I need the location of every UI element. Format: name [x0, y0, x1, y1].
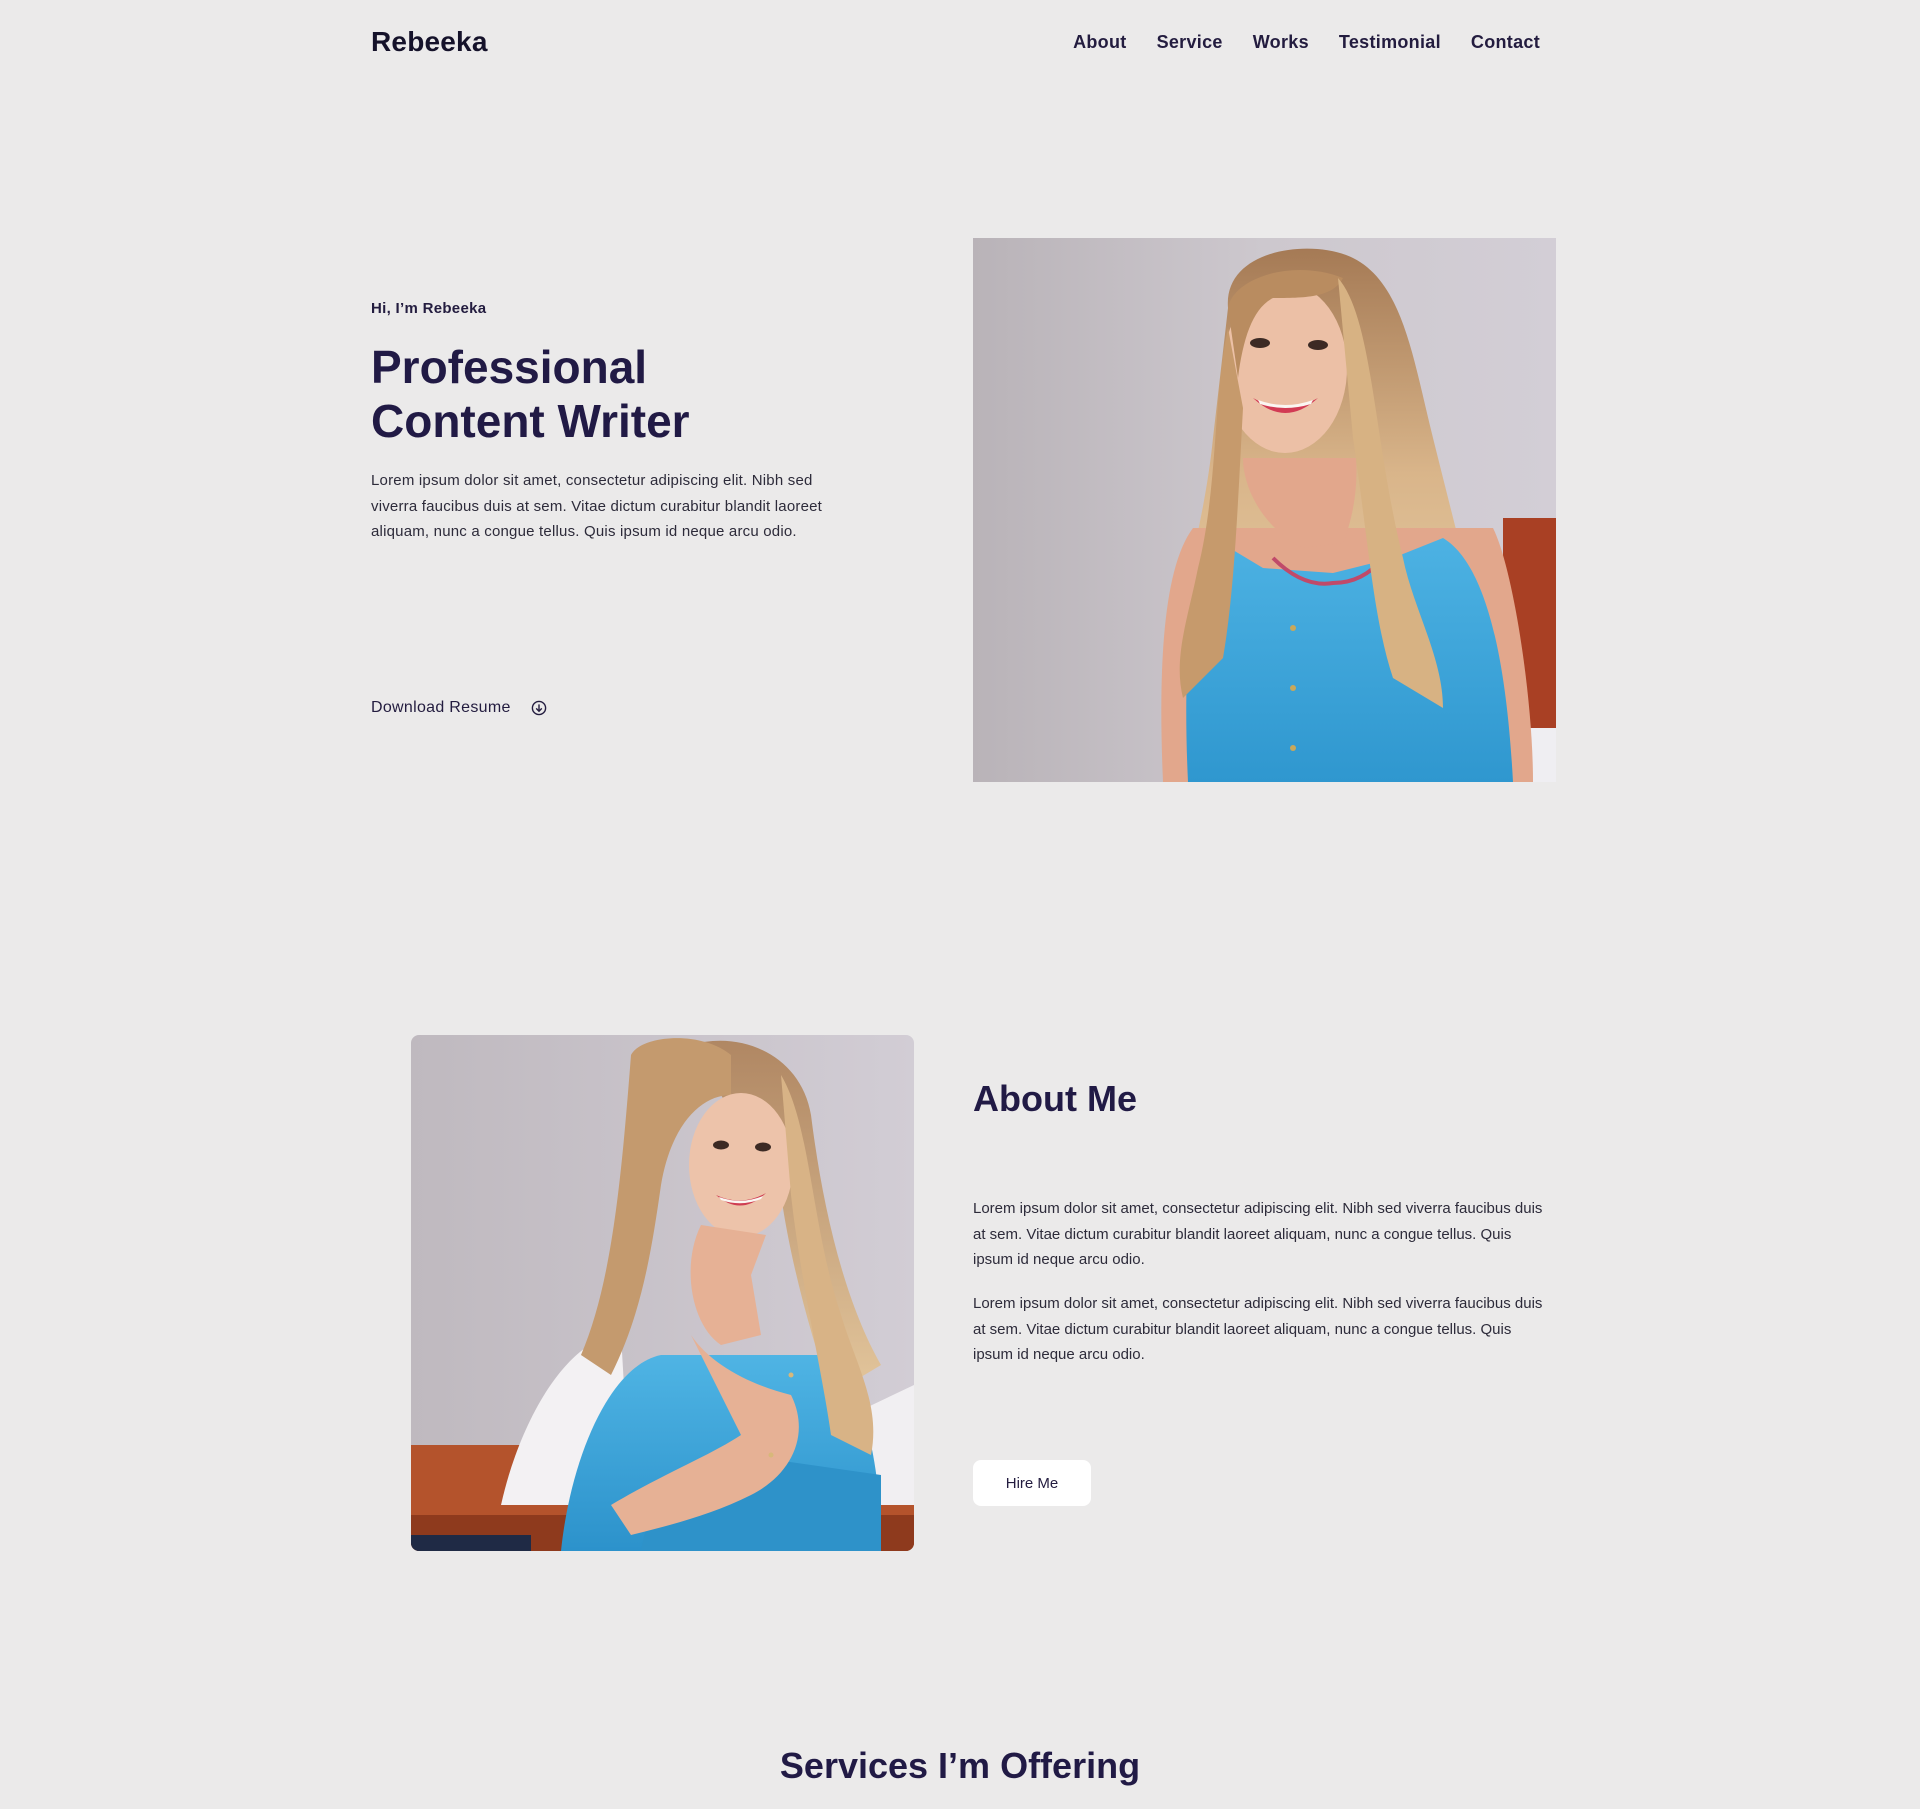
- about-paragraph-1: Lorem ipsum dolor sit amet, consectetur …: [973, 1200, 1543, 1268]
- hero-description: Lorem ipsum dolor sit amet, consectetur …: [371, 472, 823, 540]
- about-portrait-photo: [411, 1035, 914, 1551]
- about-title: About Me: [973, 1078, 1137, 1119]
- hero-title-line2: Content Writer: [371, 395, 690, 447]
- download-resume-link[interactable]: Download Resume: [371, 699, 547, 717]
- nav-testimonial[interactable]: Testimonial: [1339, 32, 1441, 53]
- nav-contact[interactable]: Contact: [1471, 32, 1540, 53]
- nav-service[interactable]: Service: [1157, 32, 1223, 53]
- hero-title: Professional Content Writer: [371, 340, 931, 448]
- about-paragraph-2: Lorem ipsum dolor sit amet, consectetur …: [973, 1295, 1543, 1363]
- nav-works[interactable]: Works: [1253, 32, 1309, 53]
- hero-greeting: Hi, I’m Rebeeka: [371, 300, 487, 317]
- download-resume-label: Download Resume: [371, 699, 511, 716]
- site-logo[interactable]: Rebeeka: [371, 26, 488, 58]
- hero-title-line1: Professional: [371, 341, 648, 393]
- nav-about[interactable]: About: [1073, 32, 1126, 53]
- hero-portrait-photo: [973, 238, 1556, 782]
- main-nav: About Service Works Testimonial Contact: [1073, 32, 1540, 53]
- hire-me-button[interactable]: Hire Me: [973, 1460, 1091, 1506]
- services-title: Services I’m Offering: [779, 1745, 1141, 1786]
- arrow-down-circle-icon: [531, 700, 547, 716]
